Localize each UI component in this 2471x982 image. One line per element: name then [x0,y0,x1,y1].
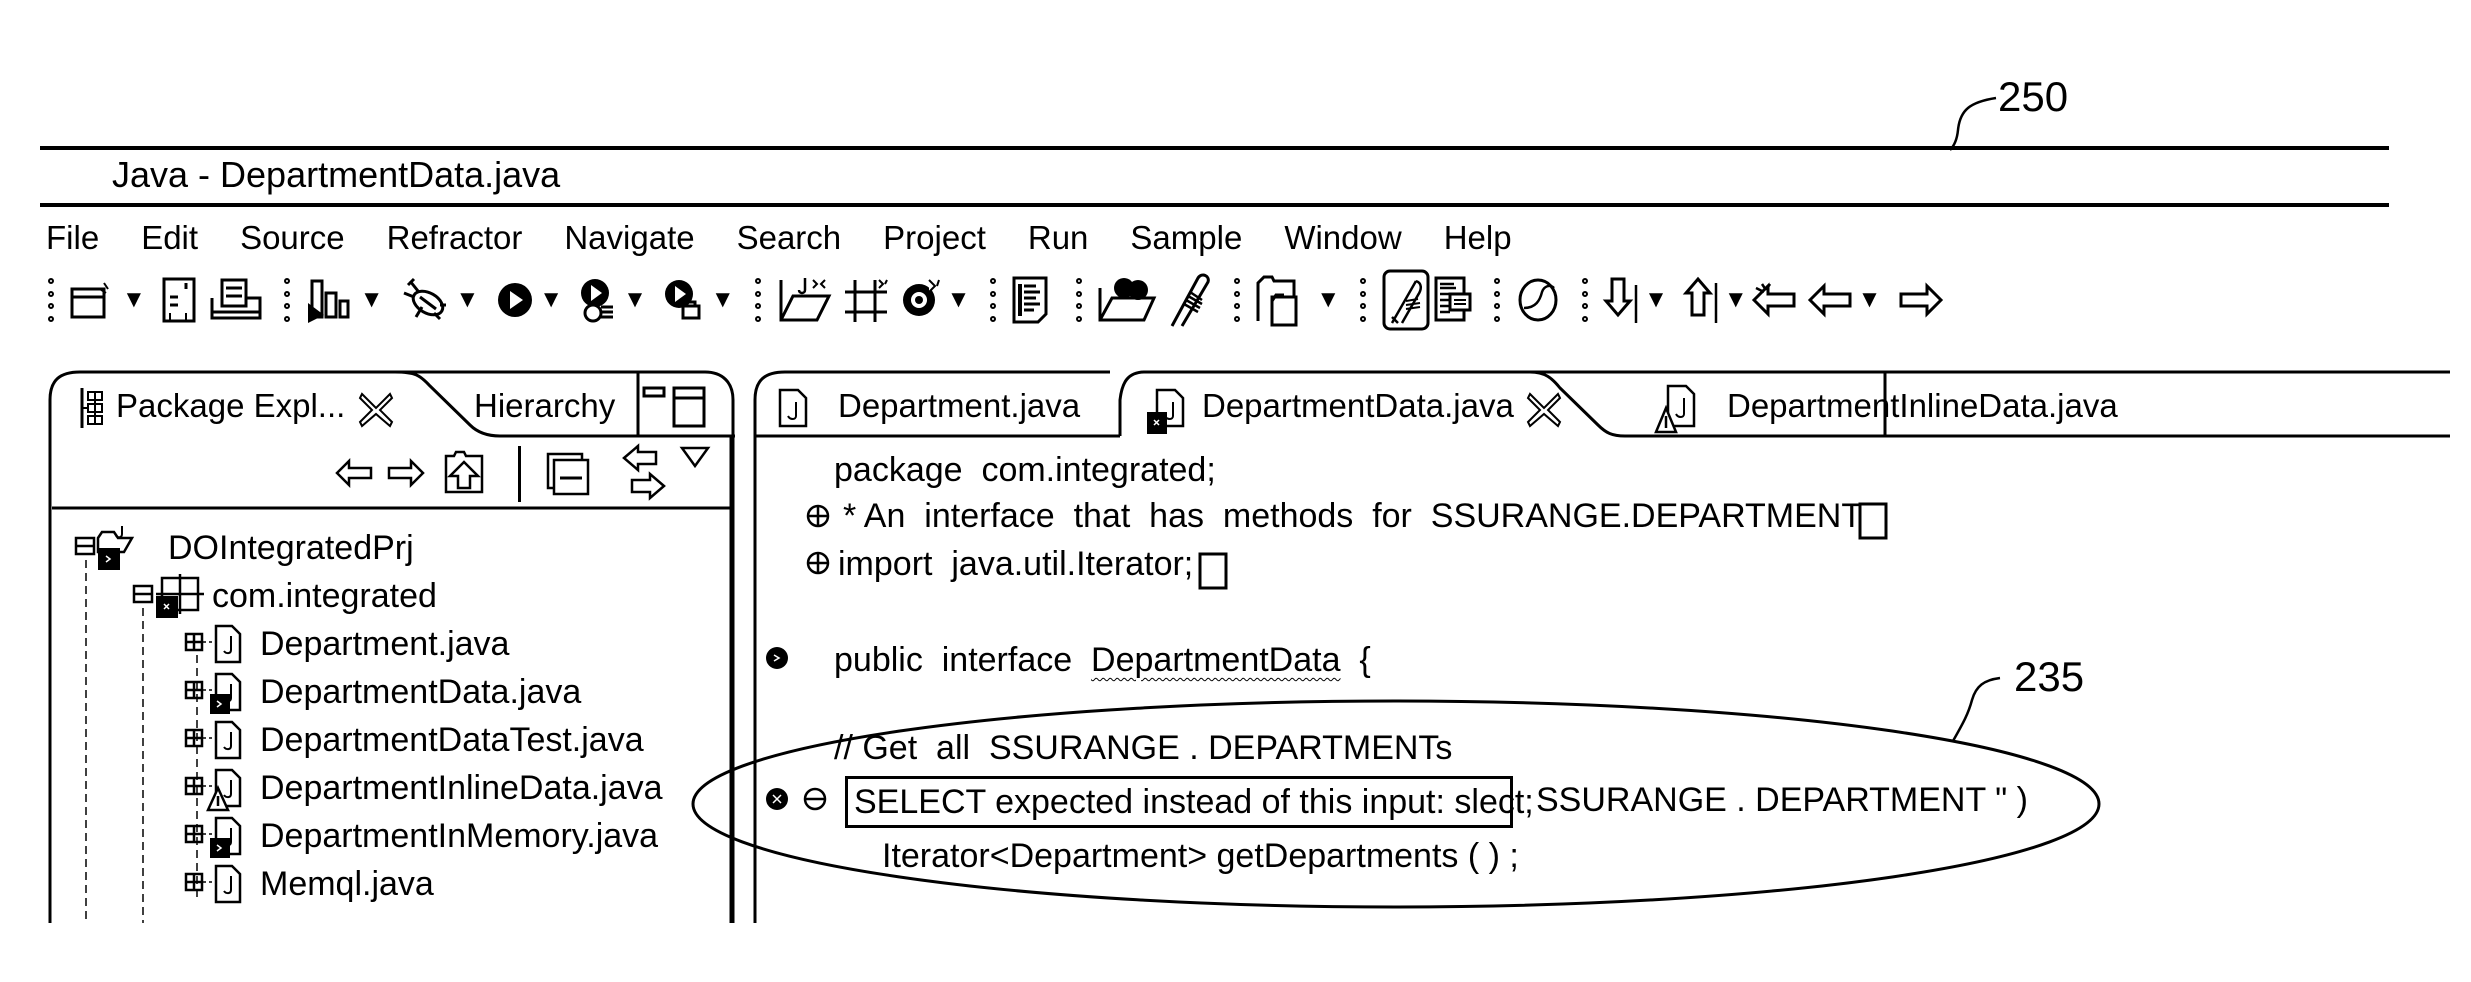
code-line-method[interactable]: Iterator<Department> getDepartments ( ) … [882,836,1519,876]
error-marker-icon[interactable] [764,786,790,817]
code-line-select-tail[interactable]: SSURANGE . DEPARTMENT " ) [1536,780,2028,820]
code-line-get-comment[interactable]: // Get all SSURANGE . DEPARTMENTs [834,728,1452,768]
java-file-error-icon [1145,388,1189,439]
error-marker-icon[interactable] [764,645,790,676]
collapsed-block-marker[interactable] [1198,552,1228,595]
code-line-javadoc[interactable]: * An interface that has methods for SSUR… [843,496,1862,536]
fold-collapse-icon[interactable] [802,786,828,817]
code-line-package[interactable]: package com.integrated; [834,450,1216,490]
editor-frame [729,370,2450,923]
code-line-import[interactable]: import java.util.Iterator; [838,544,1193,584]
error-tooltip: SELECT expected instead of this input: s… [845,776,1534,828]
collapsed-block-marker[interactable] [1858,502,1888,545]
editor-tab-departmentdata[interactable]: DepartmentData.java [1202,386,1514,426]
code-line-interface[interactable]: public interface DepartmentData { [834,640,1371,680]
editor-tab-departmentinlinedata[interactable]: DepartmentInlineData.java [1727,386,2118,426]
editor-tab-department[interactable]: Department.java [838,386,1080,426]
code-brace: { [1340,641,1371,679]
fold-expand-icon[interactable] [805,503,831,534]
java-file-icon [778,388,808,433]
error-tooltip-message: SELECT expected instead of this input: s… [854,783,1534,821]
fold-expand-icon[interactable] [805,550,831,581]
code-keyword: public interface [834,641,1092,679]
highlight-reference-label: 235 [2014,653,2085,700]
java-file-warning-icon [1654,384,1700,439]
close-tab-icon[interactable] [1526,392,1562,433]
interface-name-error-underlined[interactable]: DepartmentData [1091,641,1340,679]
